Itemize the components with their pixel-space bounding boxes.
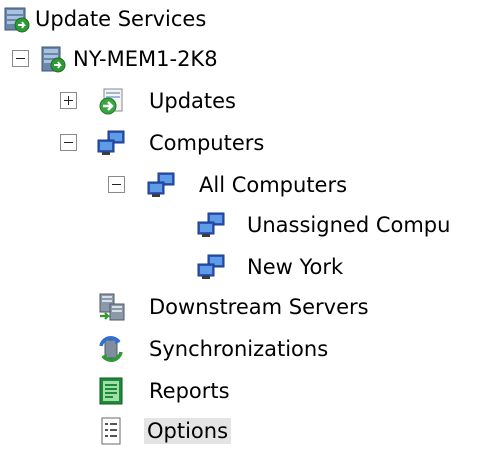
downstream-servers-icon: [96, 292, 126, 322]
server-icon: [38, 44, 68, 74]
tree-item-label: Options: [144, 418, 232, 444]
tree-item-server[interactable]: NY-MEM1-2K8: [0, 42, 485, 78]
tree-item-options[interactable]: Options: [0, 414, 485, 449]
synchronizations-icon: [96, 334, 126, 364]
tree-item-label: Unassigned Compu: [247, 213, 451, 237]
tree-item-label: All Computers: [199, 173, 348, 197]
tree-item-unassigned-computers[interactable]: Unassigned Compu: [0, 208, 485, 244]
reports-icon: [96, 376, 126, 406]
tree-item-label: Synchronizations: [149, 337, 329, 361]
update-services-icon: [2, 4, 32, 34]
expand-icon[interactable]: [60, 92, 77, 109]
computers-icon: [96, 128, 126, 158]
tree-item-synchronizations[interactable]: Synchronizations: [0, 332, 485, 368]
options-icon: [96, 416, 126, 446]
tree-item-label: Reports: [149, 379, 230, 403]
tree-item-computers[interactable]: Computers: [0, 126, 485, 162]
tree-item-label: Computers: [149, 131, 265, 155]
tree-item-reports[interactable]: Reports: [0, 374, 485, 410]
computer-group-icon: [146, 170, 176, 200]
tree-item-label: Update Services: [35, 7, 207, 31]
wsus-navigation-tree: Update Services NY-MEM1-2K8 Updates Comp…: [0, 0, 485, 449]
tree-item-label: NY-MEM1-2K8: [73, 47, 218, 71]
tree-item-downstream-servers[interactable]: Downstream Servers: [0, 290, 485, 326]
computer-group-icon: [196, 252, 226, 282]
tree-item-label: New York: [247, 255, 344, 279]
computer-group-icon: [196, 210, 226, 240]
tree-item-all-computers[interactable]: All Computers: [0, 168, 485, 204]
tree-item-new-york[interactable]: New York: [0, 250, 485, 286]
tree-item-update-services[interactable]: Update Services: [0, 2, 485, 38]
tree-item-label: Downstream Servers: [149, 295, 369, 319]
collapse-icon[interactable]: [12, 50, 29, 67]
tree-item-updates[interactable]: Updates: [0, 84, 485, 120]
updates-icon: [96, 86, 126, 116]
collapse-icon[interactable]: [60, 134, 77, 151]
tree-item-label: Updates: [149, 89, 236, 113]
collapse-icon[interactable]: [108, 176, 125, 193]
